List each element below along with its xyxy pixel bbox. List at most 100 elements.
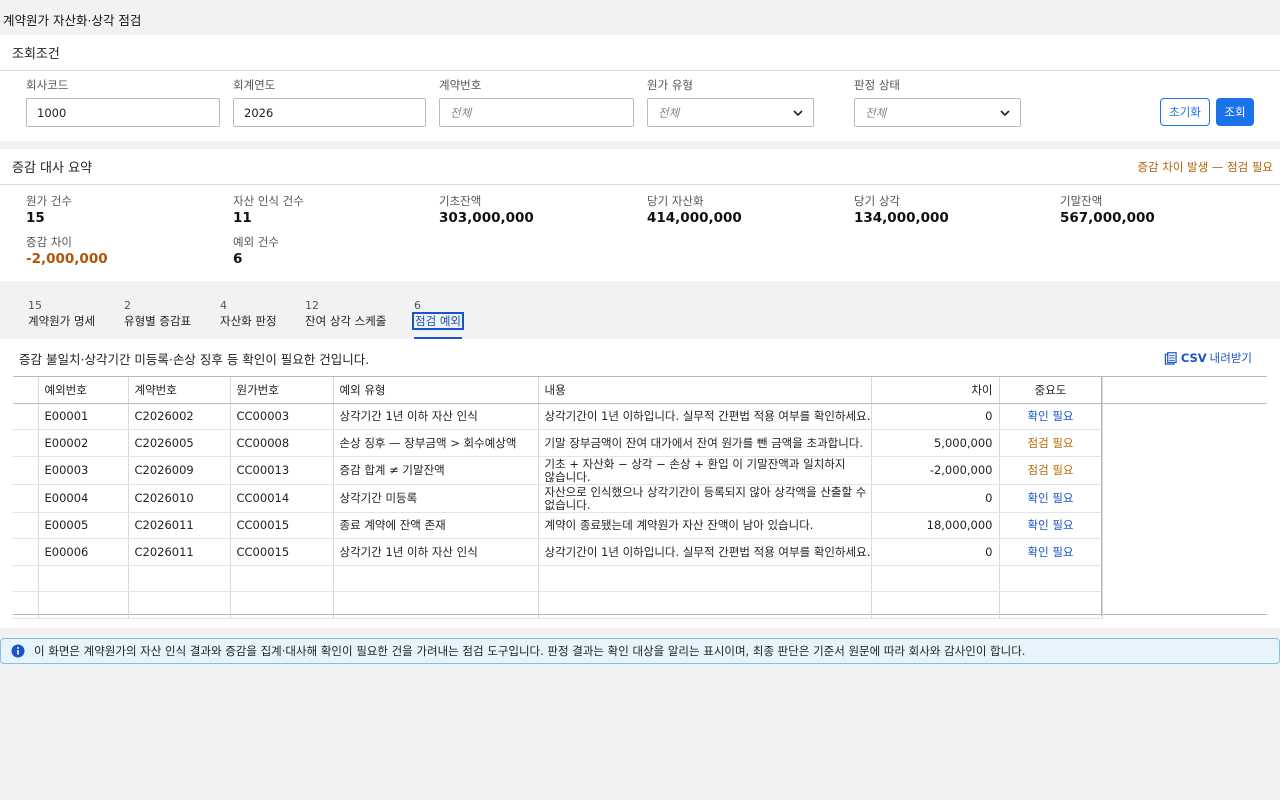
- tab-label: 계약원가 명세: [28, 314, 96, 328]
- tab-count: 4: [220, 299, 227, 312]
- asset-count-stat: 자산 인식 건수 11: [233, 193, 304, 226]
- stat-value: 15: [26, 210, 45, 226]
- cell-level: 점검 필요: [999, 429, 1103, 457]
- tab-capitalization[interactable]: 4 자산화 판정: [220, 299, 277, 329]
- empty-cell: [871, 591, 1000, 619]
- reset-button[interactable]: 초기화: [1160, 98, 1210, 126]
- cell-content: 상각기간이 1년 이하입니다. 실무적 간편법 적용 여부를 확인하세요.: [538, 403, 872, 430]
- stat-value: 567,000,000: [1060, 210, 1155, 226]
- cell-cost: CC00015: [230, 538, 334, 566]
- column-header[interactable]: 차이: [871, 377, 1000, 404]
- chevron-down-icon: [793, 110, 803, 117]
- contract-label: 계약번호: [439, 78, 482, 92]
- column-header[interactable]: 중요도: [999, 377, 1103, 404]
- cell-id: E00001: [38, 403, 129, 430]
- row-selector[interactable]: [13, 456, 39, 485]
- company-input[interactable]: 1000: [26, 98, 220, 127]
- spreadsheet-icon: [1164, 351, 1177, 365]
- cell-contract: C2026010: [128, 484, 231, 513]
- cell-id: E00004: [38, 484, 129, 513]
- empty-cell: [128, 565, 231, 592]
- contract-input[interactable]: 전체: [439, 98, 634, 127]
- cell-contract: C2026011: [128, 538, 231, 566]
- cell-cost: CC00008: [230, 429, 334, 457]
- column-header[interactable]: 예외번호: [38, 377, 129, 404]
- cell-level: 확인 필요: [999, 512, 1103, 539]
- empty-cell: [128, 591, 231, 619]
- csv-download-button[interactable]: CSV 내려받기: [1164, 350, 1252, 366]
- stat-value: 414,000,000: [647, 210, 742, 226]
- column-header[interactable]: 계약번호: [128, 377, 231, 404]
- stat-value: 303,000,000: [439, 210, 534, 226]
- cell-level: 점검 필요: [999, 456, 1103, 485]
- tab-type-changes[interactable]: 2 유형별 증감표: [124, 299, 191, 329]
- empty-row: [13, 565, 1103, 592]
- cell-cost: CC00013: [230, 456, 334, 485]
- status-select[interactable]: 전체: [854, 98, 1021, 127]
- row-selector[interactable]: [13, 512, 39, 539]
- table-row[interactable]: E00004 C2026010 CC00014 상각기간 미등록 자산으로 인식했으나 …: [13, 484, 1103, 513]
- cell-cost: CC00003: [230, 403, 334, 430]
- stat-label: 당기 상각: [854, 194, 900, 208]
- filter-panel: 조회조건 회사코드 1000 회계연도 2026 계약번호 전체 원가 유형 전…: [0, 35, 1280, 141]
- table-row[interactable]: E00002 C2026005 CC00008 손상 징후 — 장부금액 > 회수예상…: [13, 429, 1103, 457]
- column-header[interactable]: 내용: [538, 377, 872, 404]
- table-row[interactable]: E00006 C2026011 CC00015 상각기간 1년 이하 자산 인식 상각기…: [13, 538, 1103, 566]
- stat-value: 134,000,000: [854, 210, 949, 226]
- cell-type: 손상 징후 — 장부금액 > 회수예상액: [333, 429, 539, 457]
- tab-contract-costs[interactable]: 15 계약원가 명세: [28, 299, 95, 329]
- table-row[interactable]: E00003 C2026009 CC00013 증감 합계 ≠ 기말잔액 기초 + 자산…: [13, 456, 1103, 485]
- status-label: 판정 상태: [854, 78, 900, 92]
- stat-value: 6: [233, 251, 243, 267]
- tab-count: 15: [28, 299, 42, 312]
- column-header[interactable]: 예외 유형: [333, 377, 539, 404]
- stat-label: 당기 자산화: [647, 194, 704, 208]
- cell-diff: 0: [871, 538, 1000, 566]
- search-button[interactable]: 조회: [1216, 98, 1254, 126]
- capitalized-stat: 당기 자산화 414,000,000: [647, 193, 742, 226]
- column-header[interactable]: 원가번호: [230, 377, 334, 404]
- cell-content: 자산으로 인식했으나 상각기간이 등록되지 않아 상각액을 산출할 수 없습니다…: [538, 484, 872, 513]
- empty-cell: [999, 565, 1103, 592]
- cell-diff: 0: [871, 484, 1000, 513]
- cell-diff: 18,000,000: [871, 512, 1000, 539]
- row-selector[interactable]: [13, 429, 39, 457]
- amortized-stat: 당기 상각 134,000,000: [854, 193, 949, 226]
- empty-cell: [230, 591, 334, 619]
- cell-type: 상각기간 1년 이하 자산 인식: [333, 538, 539, 566]
- info-icon: [11, 644, 25, 658]
- empty-cell: [38, 565, 129, 592]
- cost-type-value: 전체: [658, 105, 680, 120]
- cell-contract: C2026002: [128, 403, 231, 430]
- cell-cost: CC00015: [230, 512, 334, 539]
- cost-count-stat: 원가 건수 15: [26, 193, 72, 226]
- cost-type-select[interactable]: 전체: [647, 98, 814, 127]
- tab-count: 12: [305, 299, 319, 312]
- tab-label: 잔여 상각 스케줄: [305, 314, 387, 328]
- status-field: 판정 상태 전체: [854, 77, 1021, 127]
- cell-contract: C2026011: [128, 512, 231, 539]
- tab-bar: 15 계약원가 명세 2 유형별 증감표 4 자산화 판정 12 잔여 상각 스…: [0, 281, 1280, 340]
- cell-id: E00005: [38, 512, 129, 539]
- table-row[interactable]: E00005 C2026011 CC00015 종료 계약에 잔액 존재 계약이 종료됐…: [13, 512, 1103, 539]
- cell-id: E00006: [38, 538, 129, 566]
- row-selector[interactable]: [13, 484, 39, 513]
- cell-level: 확인 필요: [999, 538, 1103, 566]
- empty-cell: [38, 591, 129, 619]
- year-input[interactable]: 2026: [233, 98, 426, 127]
- empty-cell: [538, 565, 872, 592]
- cell-diff: -2,000,000: [871, 456, 1000, 485]
- cell-contract: C2026005: [128, 429, 231, 457]
- tab-label: 유형별 증감표: [124, 314, 192, 328]
- company-label: 회사코드: [26, 78, 69, 92]
- tab-exceptions[interactable]: 6 점검 예외: [412, 299, 464, 340]
- summary-panel-title: 증감 대사 요약: [0, 149, 1280, 185]
- tab-amortization-schedule[interactable]: 12 잔여 상각 스케줄: [305, 299, 386, 329]
- cell-id: E00003: [38, 456, 129, 485]
- closing-stat: 기말잔액 567,000,000: [1060, 193, 1155, 226]
- cell-content: 계약이 종료됐는데 계약원가 자산 잔액이 남아 있습니다.: [538, 512, 872, 539]
- table-row[interactable]: E00001 C2026002 CC00003 상각기간 1년 이하 자산 인식 상각기…: [13, 403, 1103, 430]
- tab-label: 자산화 판정: [220, 314, 277, 328]
- row-selector[interactable]: [13, 403, 39, 430]
- row-selector[interactable]: [13, 538, 39, 566]
